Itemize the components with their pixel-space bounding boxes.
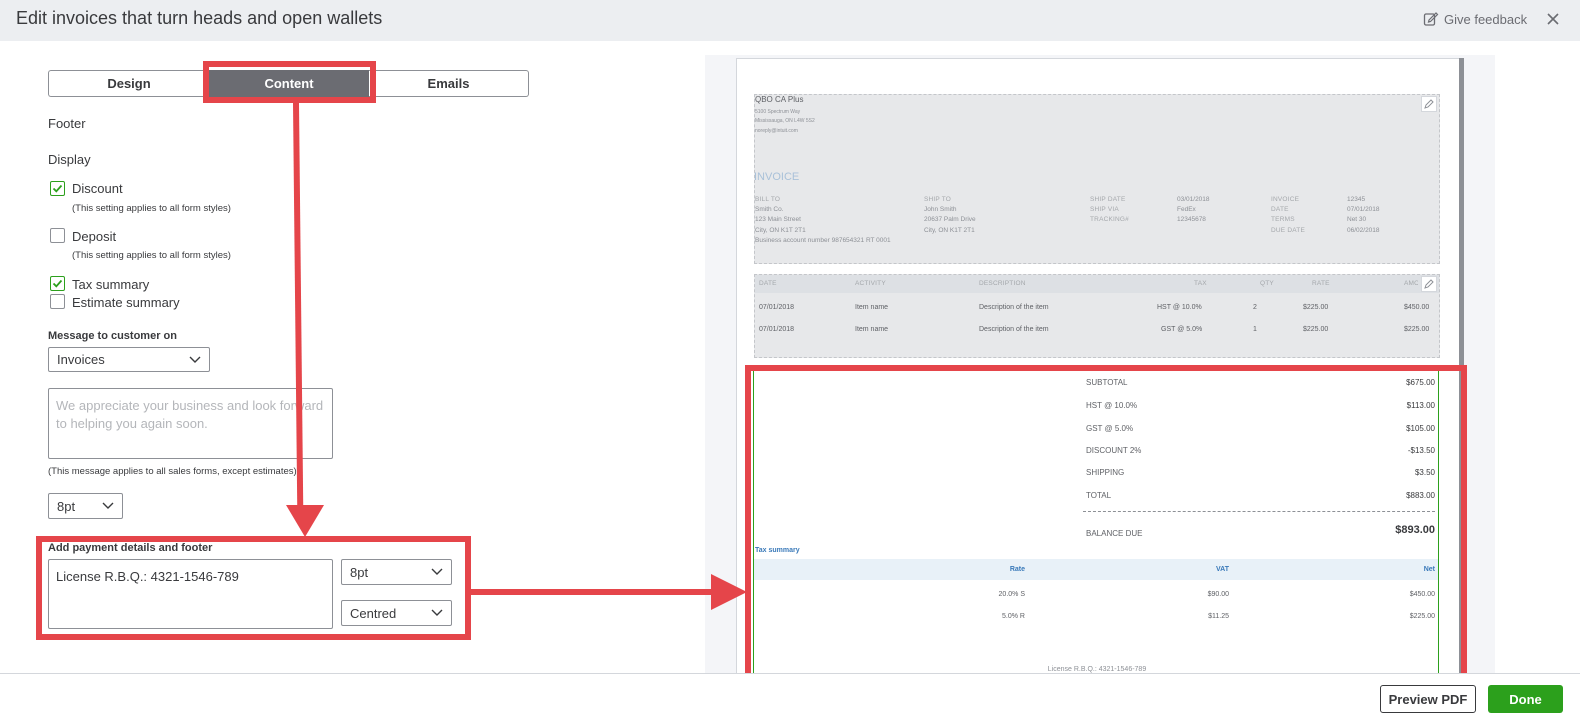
message-to-customer-label: Message to customer on — [48, 330, 177, 342]
deposit-note: (This setting applies to all form styles… — [72, 250, 231, 261]
annotation-box-content-tab — [203, 61, 376, 103]
done-button[interactable]: Done — [1488, 685, 1563, 713]
invoice-info-label: DATE — [1271, 206, 1289, 213]
invoice-info-label: INVOICE — [1271, 196, 1300, 203]
message-placeholder: We appreciate your business and look for… — [56, 398, 324, 431]
company-email: noreply@intuit.com — [755, 128, 798, 134]
table-cell: Item name — [855, 326, 889, 333]
table-header: RATE — [1312, 280, 1330, 287]
table-cell: $225.00 — [1303, 304, 1329, 311]
annotation-box-preview-footer — [745, 365, 1467, 688]
table-cell: HST @ 10.0% — [1157, 304, 1202, 311]
ship-to-line: 20637 Palm Drive — [924, 216, 976, 223]
chevron-down-icon — [102, 502, 114, 509]
table-cell: 2 — [1253, 304, 1257, 311]
message-font-size-value: 8pt — [57, 498, 76, 514]
message-note: (This message applies to all sales forms… — [48, 466, 297, 477]
bill-to-line: City, ON K1T 2T1 — [755, 227, 806, 234]
estimate-summary-checkbox[interactable] — [50, 294, 65, 309]
message-textarea[interactable]: We appreciate your business and look for… — [48, 388, 333, 459]
ship-info-label: SHIP DATE — [1090, 196, 1126, 203]
pencil-icon — [1424, 99, 1434, 109]
estimate-summary-label: Estimate summary — [72, 295, 180, 310]
table-cell: $450.00 — [1404, 304, 1430, 311]
table-cell: $225.00 — [1404, 326, 1430, 333]
footer-section-label: Footer — [48, 116, 86, 131]
deposit-label: Deposit — [72, 229, 117, 244]
table-cell: 07/01/2018 — [759, 326, 795, 333]
tax-summary-checkbox[interactable] — [50, 276, 65, 291]
discount-checkbox[interactable] — [50, 181, 65, 196]
table-cell: Description of the item — [979, 304, 1049, 311]
bill-to-line: Smith Co. — [755, 206, 784, 213]
table-cell: $225.00 — [1303, 326, 1329, 333]
page-title: Edit invoices that turn heads and open w… — [16, 8, 383, 28]
checkmark-icon — [52, 279, 63, 288]
message-form-select-value: Invoices — [57, 352, 105, 367]
table-header: ACTIVITY — [855, 280, 886, 287]
company-address2: Mississauga, ON L4W 5S2 — [755, 118, 815, 124]
invoice-info-label: DUE DATE — [1271, 227, 1305, 234]
table-cell: Description of the item — [979, 326, 1049, 333]
invoice-info-value: 07/01/2018 — [1347, 206, 1380, 213]
ship-to-line: City, ON K1T 2T1 — [924, 227, 975, 234]
edit-table-button[interactable] — [1421, 276, 1437, 292]
company-address1: 5100 Spectrum Way — [755, 109, 801, 115]
chevron-down-icon — [189, 356, 201, 363]
display-section-label: Display — [48, 152, 91, 167]
invoice-info-value: Net 30 — [1347, 216, 1367, 223]
tab-emails[interactable]: Emails — [369, 70, 529, 97]
annotation-arrow-head-right — [711, 574, 747, 610]
invoice-info-value: 06/02/2018 — [1347, 227, 1380, 234]
close-button[interactable] — [1540, 6, 1566, 32]
ship-info-label: TRACKING# — [1090, 216, 1130, 223]
edit-header-button[interactable] — [1421, 96, 1437, 112]
ship-to-label: SHIP TO — [924, 196, 952, 203]
tab-design[interactable]: Design — [48, 70, 209, 97]
discount-label: Discount — [72, 181, 123, 196]
tax-summary-label: Tax summary — [72, 277, 150, 292]
feedback-icon — [1423, 12, 1439, 26]
annotation-box-payment-footer — [36, 536, 471, 640]
checkmark-icon — [52, 184, 63, 193]
table-header: AMOUNT — [1404, 280, 1418, 287]
ship-to-line: John Smith — [924, 206, 957, 213]
annotation-arrow-head-down — [286, 505, 324, 537]
deposit-checkbox[interactable] — [50, 228, 65, 243]
table-header: DATE — [759, 280, 777, 287]
discount-note: (This setting applies to all form styles… — [72, 203, 231, 214]
modal-footer — [0, 673, 1580, 728]
give-feedback-link[interactable]: Give feedback — [1423, 11, 1527, 27]
message-form-select[interactable]: Invoices — [48, 347, 210, 372]
table-header: TAX — [1194, 280, 1207, 287]
pencil-icon — [1424, 279, 1434, 289]
table-cell: GST @ 5.0% — [1161, 326, 1203, 333]
ship-info-value: 12345678 — [1177, 216, 1206, 223]
company-name: QBO CA Plus — [755, 95, 804, 104]
close-icon — [1547, 13, 1559, 25]
ship-info-label: SHIP VIA — [1090, 206, 1119, 213]
table-cell: 07/01/2018 — [759, 304, 795, 311]
table-header: QTY — [1260, 280, 1274, 287]
annotation-arrow-line-right — [471, 589, 714, 595]
bill-to-label: BILL TO — [755, 196, 781, 203]
message-font-size-select[interactable]: 8pt — [48, 493, 123, 519]
bill-to-line: Business account number 987654321 RT 000… — [755, 237, 891, 244]
invoice-info-label: TERMS — [1271, 216, 1295, 223]
ship-info-value: 03/01/2018 — [1177, 196, 1210, 203]
invoice-title: INVOICE — [754, 171, 800, 183]
bill-to-line: 123 Main Street — [755, 216, 801, 223]
preview-pdf-button[interactable]: Preview PDF — [1380, 685, 1476, 713]
table-cell: Item name — [855, 304, 889, 311]
table-header: DESCRIPTION — [979, 280, 1026, 287]
invoice-info-value: 12345 — [1347, 196, 1366, 203]
give-feedback-label: Give feedback — [1444, 11, 1528, 27]
table-cell: 1 — [1253, 326, 1257, 333]
ship-info-value: FedEx — [1177, 206, 1196, 213]
